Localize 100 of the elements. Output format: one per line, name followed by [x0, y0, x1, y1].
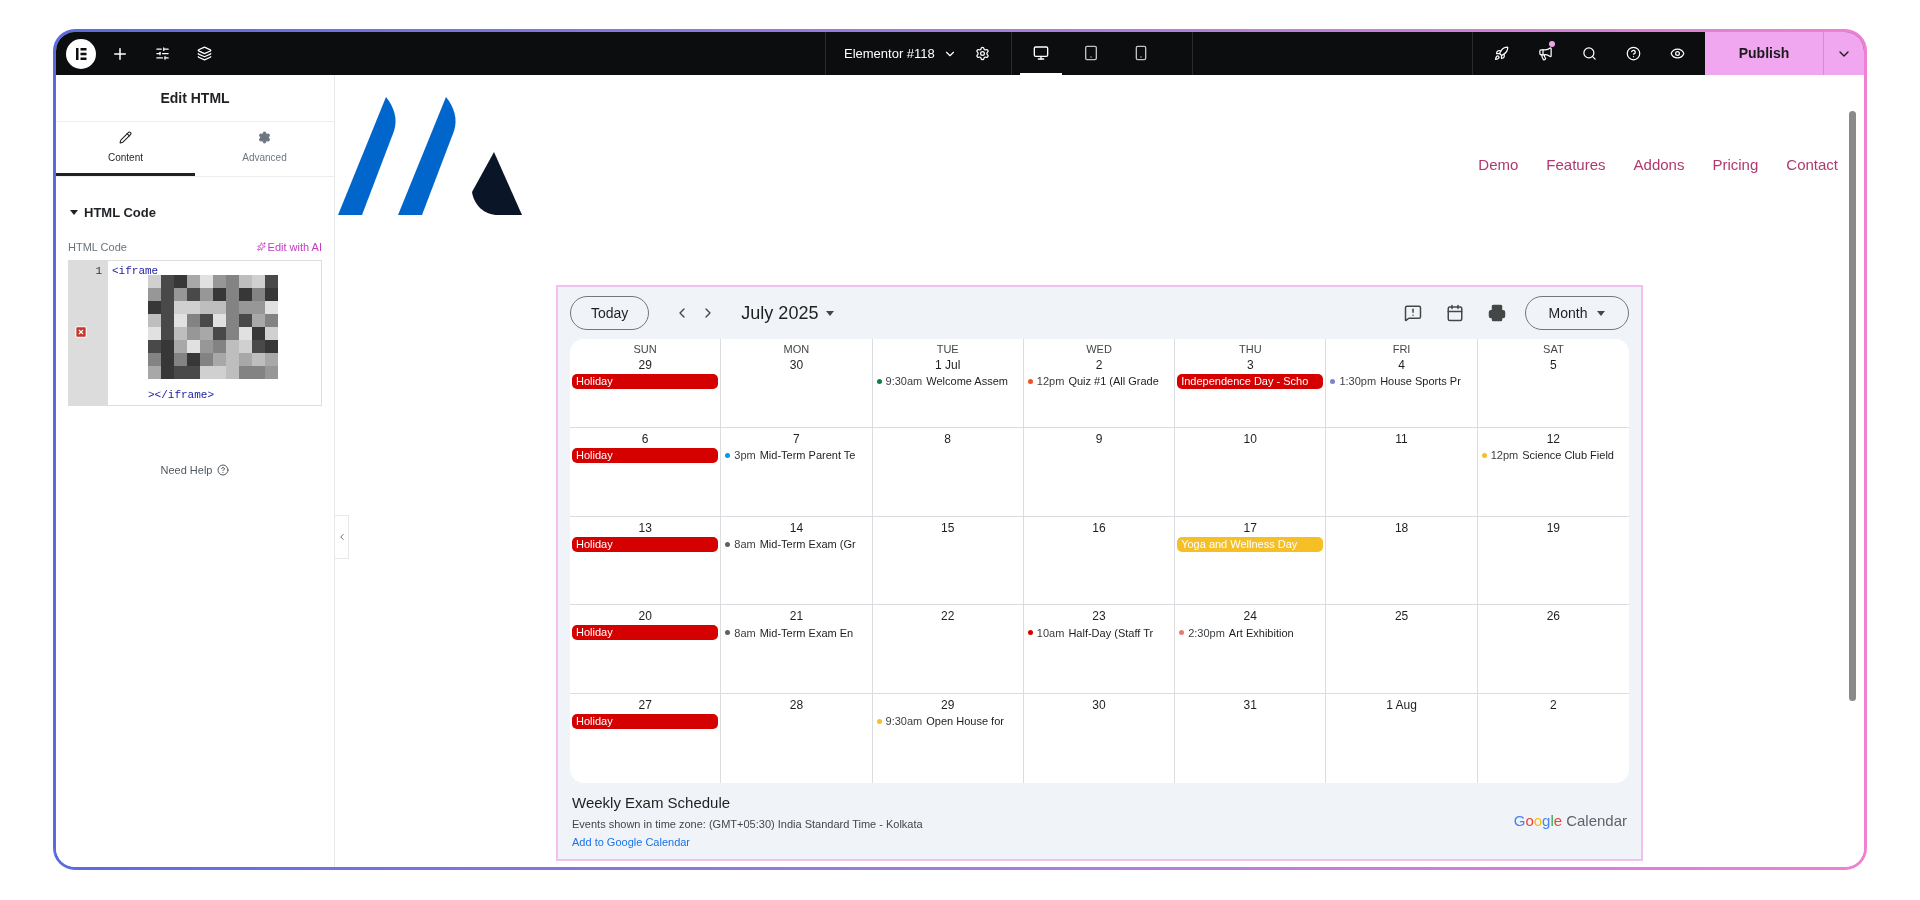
need-help-link[interactable]: Need Help	[160, 462, 230, 479]
month-picker[interactable]: July 2025	[741, 299, 835, 327]
day-number[interactable]: 18	[1394, 520, 1409, 535]
day-number[interactable]: 17	[1243, 520, 1257, 535]
layers-icon[interactable]	[196, 46, 212, 61]
day-number[interactable]: 26	[1546, 609, 1561, 624]
all-day-event[interactable]: Holiday	[572, 536, 719, 552]
day-number[interactable]: 21	[789, 609, 804, 624]
megaphone-icon[interactable]	[1537, 46, 1553, 61]
sparkle-icon	[256, 242, 266, 252]
event-time[interactable]: 9:30am	[885, 373, 923, 390]
add-to-calendar-link[interactable]: Add to Google Calendar	[572, 833, 923, 851]
caret-icon	[70, 210, 78, 216]
day-number[interactable]: 30	[789, 358, 804, 372]
event-title[interactable]: Open House for	[926, 713, 1004, 730]
edit-with-ai-link[interactable]: Edit with AI	[256, 238, 322, 255]
day-number[interactable]: 29	[638, 358, 652, 372]
day-number[interactable]: 6	[641, 431, 649, 446]
day-number[interactable]: 5	[1550, 358, 1557, 372]
day-number[interactable]: 29	[941, 698, 955, 713]
event-time[interactable]: 12pm	[1490, 447, 1519, 464]
nav-link[interactable]: Demo	[1478, 154, 1519, 177]
day-number[interactable]: 7	[793, 431, 800, 446]
caret-icon	[826, 310, 835, 316]
day-number[interactable]: 20	[638, 609, 652, 624]
day-number[interactable]: 12	[1546, 431, 1561, 446]
event-title[interactable]: Quiz #1 (All Grade	[1068, 373, 1159, 390]
day-number[interactable]: 10	[1243, 431, 1257, 446]
help-icon	[217, 464, 230, 477]
collapse-panel-handle[interactable]	[335, 515, 349, 559]
all-day-event[interactable]: Holiday	[572, 374, 719, 389]
panel-tab[interactable]: Content	[56, 122, 195, 176]
rocket-icon[interactable]	[1493, 46, 1509, 61]
day-number[interactable]: 4	[1398, 358, 1405, 372]
event-time[interactable]: 2:30pm	[1188, 624, 1225, 642]
day-number[interactable]: 22	[941, 609, 955, 624]
all-day-event[interactable]: Independence Day - Scho	[1177, 374, 1324, 389]
day-number[interactable]: 23	[1092, 609, 1106, 624]
day-number[interactable]: 1 Jul	[935, 358, 961, 372]
day-number[interactable]: 30	[1092, 698, 1106, 713]
day-number[interactable]: 25	[1394, 609, 1409, 624]
day-number[interactable]: 11	[1395, 431, 1408, 446]
google-calendar-logo[interactable]: Google Calendar	[1513, 809, 1627, 833]
event-time[interactable]: 12pm	[1036, 373, 1065, 390]
event-time[interactable]: 8am	[734, 624, 756, 642]
nav-link[interactable]: Pricing	[1712, 154, 1759, 177]
nav-link[interactable]: Addons	[1633, 154, 1685, 177]
day-number[interactable]: 28	[789, 698, 804, 713]
panel-tab[interactable]: Advanced	[195, 122, 334, 176]
event-title[interactable]: Art Exhibition	[1228, 624, 1294, 642]
event-time[interactable]: 3pm	[734, 447, 756, 464]
publish-button[interactable]: Publish	[1705, 32, 1823, 75]
calendar-icon[interactable]	[1446, 304, 1464, 322]
event-title[interactable]: Half-Day (Staff Tr	[1068, 624, 1154, 642]
scrollbar[interactable]	[1849, 111, 1856, 701]
weekday-label: THU	[1238, 343, 1262, 356]
all-day-event[interactable]: Holiday	[572, 625, 719, 641]
nav-link[interactable]: Features	[1546, 154, 1606, 177]
day-number[interactable]: 15	[941, 520, 955, 535]
day-number[interactable]: 9	[1095, 431, 1103, 446]
field-label: HTML Code	[68, 239, 127, 255]
day-number[interactable]: 8	[944, 431, 952, 446]
event-title[interactable]: Mid-Term Exam (Gr	[759, 535, 856, 553]
event-time[interactable]: 1:30pm	[1339, 373, 1377, 390]
event-title[interactable]: Mid-Term Exam En	[759, 624, 854, 642]
day-number[interactable]: 2	[1095, 358, 1103, 372]
day-number[interactable]: 16	[1092, 520, 1106, 535]
code-editor[interactable]: 1 <iframe ></iframe>	[68, 260, 322, 406]
print-icon[interactable]	[1488, 304, 1506, 322]
all-day-event[interactable]: Holiday	[572, 447, 719, 463]
day-number[interactable]: 19	[1546, 520, 1561, 535]
day-number[interactable]: 31	[1243, 698, 1257, 713]
day-number[interactable]: 2	[1550, 698, 1557, 713]
event-title[interactable]: Welcome Assem	[926, 373, 1008, 390]
settings-icon[interactable]	[975, 46, 991, 61]
day-number[interactable]: 3	[1246, 358, 1254, 372]
help-icon[interactable]	[1625, 46, 1641, 61]
event-time[interactable]: 8am	[734, 535, 756, 553]
day-number[interactable]: 14	[789, 520, 804, 535]
event-title[interactable]: Science Club Field	[1522, 447, 1614, 464]
event-time[interactable]: 10am	[1036, 624, 1065, 642]
event-time[interactable]: 9:30am	[885, 713, 923, 730]
weekday-label: WED	[1086, 343, 1112, 356]
feedback-icon[interactable]	[1404, 304, 1422, 322]
day-number[interactable]: 27	[638, 698, 652, 713]
search-icon[interactable]	[1581, 46, 1597, 61]
event-title[interactable]: Mid-Term Parent Te	[759, 447, 856, 464]
sliders-icon[interactable]	[154, 46, 170, 61]
day-number[interactable]: 13	[638, 520, 652, 535]
nav-link[interactable]: Contact	[1786, 154, 1838, 177]
all-day-event[interactable]: Holiday	[572, 714, 719, 730]
elementor-logo-icon[interactable]	[66, 38, 96, 69]
day-number[interactable]: 1 Aug	[1386, 698, 1417, 713]
site-logo[interactable]	[338, 97, 522, 215]
document-title-button[interactable]: Elementor #118	[844, 43, 957, 64]
eye-icon[interactable]	[1669, 46, 1685, 61]
day-number[interactable]: 24	[1243, 609, 1257, 624]
gear-icon	[258, 130, 271, 144]
section-toggle[interactable]: HTML Code	[56, 203, 334, 223]
event-title[interactable]: House Sports Pr	[1380, 373, 1461, 390]
